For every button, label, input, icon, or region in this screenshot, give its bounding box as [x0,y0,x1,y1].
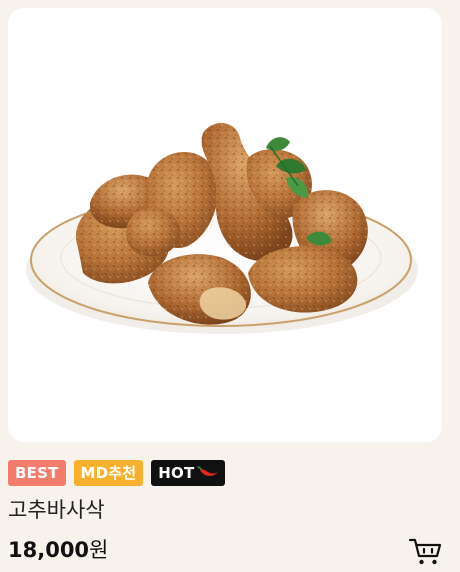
product-card[interactable]: BEST MD추천 HOT 고추바사삭 18,000원 [0,0,460,572]
add-to-cart-button[interactable] [406,532,444,570]
best-badge: BEST [8,460,66,486]
product-price: 18,000원 [8,534,108,564]
price-currency-unit: 원 [89,538,109,562]
price-amount: 18,000 [8,538,90,562]
product-image[interactable] [8,8,442,442]
cart-icon [408,538,442,565]
hot-badge-label: HOT [158,464,195,482]
chili-pepper-icon [197,460,219,486]
fried-chicken-illustration [26,122,418,334]
hot-badge: HOT [151,460,226,486]
md-recommend-badge: MD추천 [73,460,144,486]
badge-row: BEST MD추천 HOT [8,460,226,486]
product-name[interactable]: 고추바사삭 [8,494,105,524]
